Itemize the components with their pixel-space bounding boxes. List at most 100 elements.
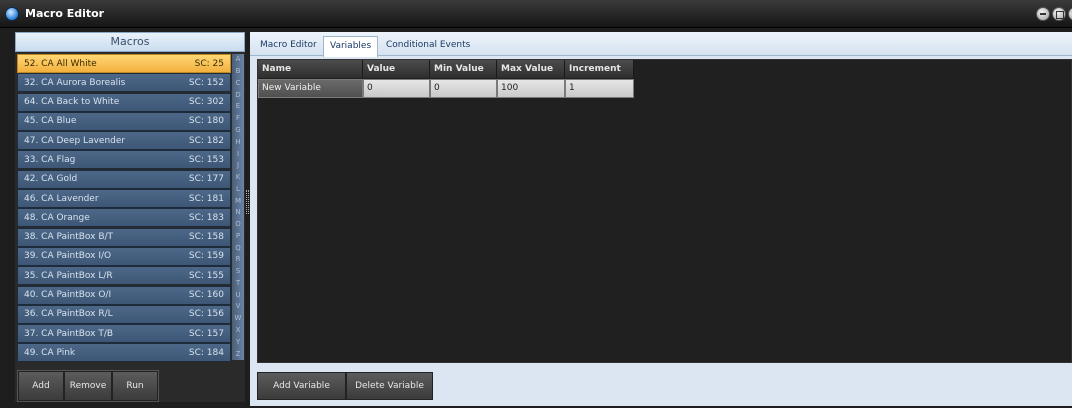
column-header-increment[interactable]: Increment [565, 60, 634, 78]
macro-name: 64. CA Back to White [24, 97, 120, 108]
alphabet-index[interactable]: A B C D E F G H I J K L M N O P Q R S T … [232, 54, 244, 360]
macro-name: 36. CA PaintBox R/L [24, 309, 113, 320]
add-button[interactable]: Add [18, 371, 64, 401]
macro-name: 48. CA Orange [24, 212, 90, 223]
macro-sc: SC: 182 [188, 135, 224, 146]
macro-name: 33. CA Flag [24, 154, 76, 165]
macro-item[interactable]: 64. CA Back to White SC: 302 [17, 92, 231, 112]
macro-item[interactable]: 45. CA Blue SC: 180 [17, 111, 231, 131]
macro-sc: SC: 180 [188, 116, 224, 127]
macro-sc: SC: 302 [188, 97, 224, 108]
alpha-letter[interactable]: Z [236, 350, 241, 358]
alpha-letter[interactable]: Q [235, 244, 241, 252]
delete-variable-button[interactable]: Delete Variable [346, 372, 433, 400]
macro-item[interactable]: 33. CA Flag SC: 153 [17, 150, 231, 170]
alpha-letter[interactable]: C [236, 79, 241, 87]
alpha-letter[interactable]: O [235, 221, 241, 228]
macro-sc: SC: 159 [188, 251, 224, 262]
table-row[interactable]: New Variable 0 0 100 1 [258, 79, 634, 98]
alpha-letter[interactable]: U [235, 291, 240, 299]
macro-item[interactable]: 52. CA All White SC: 25 [17, 54, 231, 73]
alpha-letter[interactable]: S [236, 268, 240, 275]
macros-panel: Macros 52. CA All White SC: 25 32. CA Aur… [15, 32, 245, 402]
macro-sc: SC: 157 [188, 328, 224, 339]
alpha-letter[interactable]: G [235, 126, 240, 134]
alpha-letter[interactable]: Y [236, 338, 240, 346]
macro-name: 52. CA All White [24, 58, 97, 69]
macro-name: 46. CA Lavender [24, 193, 99, 204]
alpha-letter[interactable]: X [236, 326, 241, 334]
macro-sc: SC: 25 [194, 58, 224, 69]
window-title: Macro Editor [25, 7, 105, 20]
maximize-button[interactable] [1052, 7, 1066, 21]
macro-name: 38. CA PaintBox B/T [24, 232, 114, 243]
macro-item[interactable]: 37. CA PaintBox T/B SC: 157 [17, 324, 231, 344]
run-button[interactable]: Run [112, 371, 158, 401]
cell-min-value[interactable]: 0 [430, 79, 497, 98]
macro-name: 49. CA Pink [24, 347, 76, 358]
cell-value[interactable]: 0 [363, 79, 430, 98]
alpha-letter[interactable]: L [236, 185, 240, 193]
macro-sc: SC: 158 [188, 232, 224, 243]
alpha-letter[interactable]: P [236, 232, 240, 240]
macro-name: 39. CA PaintBox I/O [24, 251, 112, 262]
macro-sc: SC: 177 [188, 174, 224, 185]
cell-increment[interactable]: 1 [565, 79, 634, 98]
alpha-letter[interactable]: J [237, 162, 239, 169]
macro-item[interactable]: 40. CA PaintBox O/I SC: 160 [17, 285, 231, 305]
alpha-letter[interactable]: A [236, 56, 241, 63]
tab-conditional-events[interactable]: Conditional Events [380, 36, 476, 56]
close-button[interactable] [1068, 7, 1072, 21]
macro-sc: SC: 153 [188, 154, 224, 165]
macro-item[interactable]: 39. CA PaintBox I/O SC: 159 [17, 246, 231, 266]
macro-name: 32. CA Aurora Borealis [24, 77, 126, 88]
variables-grid: Name Value Min Value Max Value Increment… [257, 59, 1072, 363]
cell-max-value[interactable]: 100 [497, 79, 565, 98]
tab-variables[interactable]: Variables [323, 36, 379, 57]
macro-item[interactable]: 47. CA Deep Lavender SC: 182 [17, 131, 231, 151]
cell-name[interactable]: New Variable [258, 79, 363, 98]
macro-item[interactable]: 46. CA Lavender SC: 181 [17, 189, 231, 209]
alpha-letter[interactable]: R [236, 256, 241, 263]
alpha-letter[interactable]: N [235, 209, 240, 216]
macro-item[interactable]: 49. CA Pink SC: 184 [17, 343, 231, 363]
alpha-letter[interactable]: I [237, 150, 239, 158]
remove-button[interactable]: Remove [64, 371, 112, 401]
macro-name: 40. CA PaintBox O/I [24, 290, 112, 301]
macro-item[interactable]: 42. CA Gold SC: 177 [17, 169, 231, 189]
title-bar: Macro Editor [0, 0, 1072, 28]
macro-name: 42. CA Gold [24, 174, 78, 185]
macro-sc: SC: 155 [188, 270, 224, 281]
tab-macro-editor[interactable]: Macro Editor [254, 36, 323, 56]
add-variable-button[interactable]: Add Variable [257, 372, 346, 400]
macro-list: 52. CA All White SC: 25 32. CA Aurora Bor… [17, 54, 231, 363]
macro-sc: SC: 183 [188, 212, 224, 223]
app-icon [5, 7, 19, 21]
alpha-letter[interactable]: M [235, 197, 241, 205]
macro-item[interactable]: 48. CA Orange SC: 183 [17, 208, 231, 228]
minimize-button[interactable] [1036, 7, 1050, 21]
column-header-value[interactable]: Value [363, 60, 430, 78]
alpha-letter[interactable]: W [235, 315, 242, 322]
macro-item[interactable]: 38. CA PaintBox B/T SC: 158 [17, 227, 231, 247]
alpha-letter[interactable]: D [235, 91, 240, 99]
macro-name: 47. CA Deep Lavender [24, 135, 126, 146]
panel-splitter[interactable] [246, 190, 249, 214]
column-header-name[interactable]: Name [258, 60, 363, 78]
macros-header: Macros [15, 32, 245, 52]
alpha-letter[interactable]: F [236, 115, 240, 122]
macro-item[interactable]: 35. CA PaintBox L/R SC: 155 [17, 266, 231, 286]
alpha-letter[interactable]: T [236, 279, 240, 287]
column-header-max-value[interactable]: Max Value [497, 60, 565, 78]
alpha-letter[interactable]: H [235, 138, 240, 146]
macro-name: 45. CA Blue [24, 116, 77, 127]
macro-item[interactable]: 32. CA Aurora Borealis SC: 152 [17, 73, 231, 93]
macro-item[interactable]: 36. CA PaintBox R/L SC: 156 [17, 304, 231, 324]
alpha-letter[interactable]: K [236, 174, 241, 181]
column-header-min-value[interactable]: Min Value [430, 60, 497, 78]
grid-header: Name Value Min Value Max Value Increment [258, 60, 634, 78]
alpha-letter[interactable]: E [236, 103, 240, 110]
alpha-letter[interactable]: V [236, 303, 241, 310]
tab-bar: Macro Editor Variables Conditional Event… [250, 32, 1072, 57]
alpha-letter[interactable]: B [236, 68, 241, 75]
